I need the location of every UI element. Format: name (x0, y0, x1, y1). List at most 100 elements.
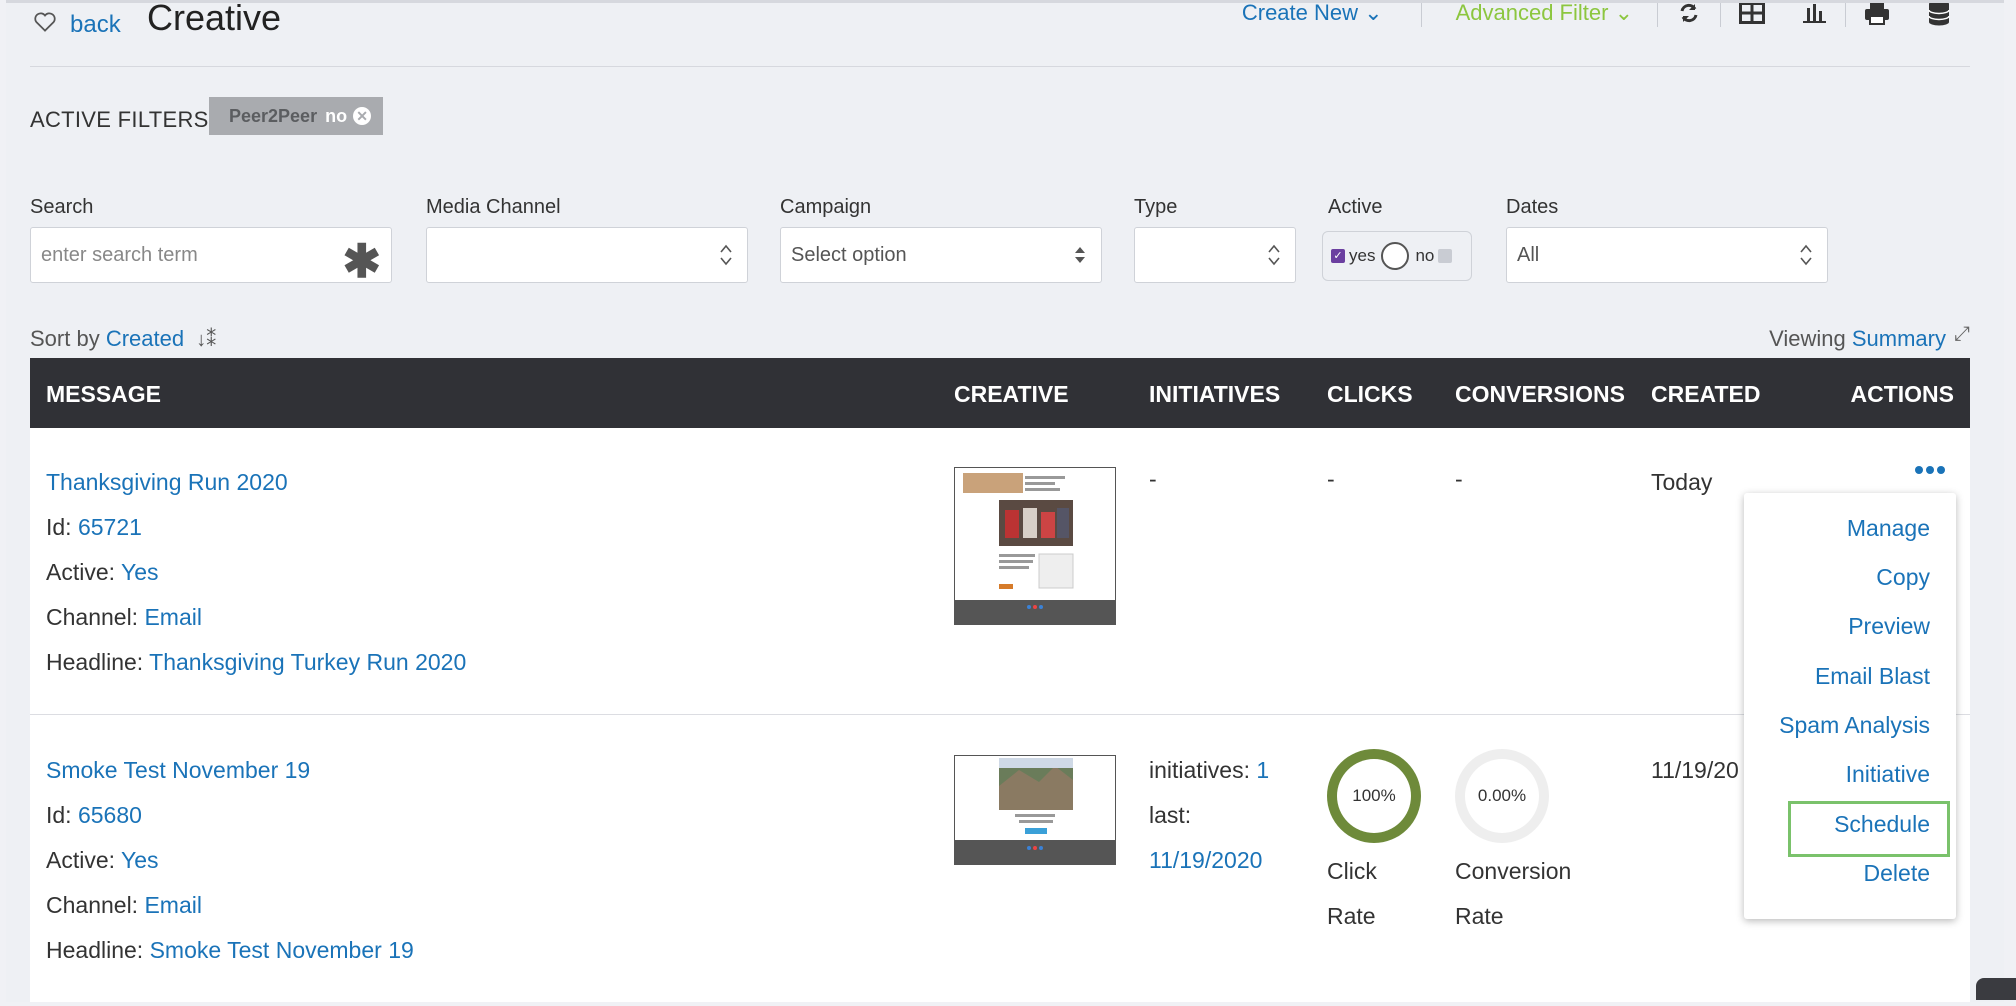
id-link[interactable]: 65721 (78, 514, 142, 540)
grid-view-icon[interactable] (1735, 3, 1769, 26)
media-channel-label: Media Channel (426, 196, 561, 218)
viewing-mode-link[interactable]: Summary (1852, 326, 1946, 352)
back-link[interactable]: back (70, 11, 121, 39)
creative-table: MESSAGE CREATIVE INITIATIVES CLICKS CONV… (30, 358, 1970, 1002)
creative-thumbnail[interactable] (954, 467, 1116, 625)
channel-link[interactable]: Email (144, 892, 202, 918)
more-actions-icon[interactable] (1915, 466, 1945, 474)
menu-item-initiative[interactable]: Initiative (1846, 761, 1930, 788)
active-toggle[interactable]: ✓ yes no (1322, 231, 1472, 281)
bar-chart-icon[interactable] (1797, 3, 1831, 26)
col-created[interactable]: CREATED (1651, 381, 1760, 408)
clicks-value: - (1327, 466, 1335, 492)
dates-label: Dates (1506, 196, 1559, 218)
sort-arrows-icon (1075, 247, 1085, 263)
updown-chevron-icon (1268, 244, 1280, 266)
expand-icon[interactable]: ⤢ (1954, 323, 1970, 346)
dates-select[interactable]: All (1506, 227, 1828, 283)
col-conversions[interactable]: CONVERSIONS (1455, 381, 1625, 408)
table-row: Thanksgiving Run 2020 Id: 65721 Active: … (30, 428, 1970, 715)
initiatives-count-link[interactable]: 1 (1256, 757, 1269, 783)
active-no-label: no (1415, 246, 1435, 265)
dates-value: All (1517, 244, 1540, 266)
chevron-down-icon: ⌄ (1364, 0, 1383, 25)
id-label: Id: (46, 514, 72, 540)
message-cell: Smoke Test November 19 Id: 65680 Active:… (46, 748, 414, 973)
chevron-down-icon: ⌄ (1614, 0, 1633, 25)
headline-link[interactable]: Smoke Test November 19 (150, 937, 414, 963)
checkbox-checked-icon: ✓ (1331, 249, 1345, 263)
active-yes-label: yes (1349, 246, 1376, 265)
col-clicks[interactable]: CLICKS (1327, 381, 1413, 408)
sort-field-link[interactable]: Created (106, 326, 184, 351)
advanced-filter-button[interactable]: Advanced Filter ⌄ (1456, 0, 1633, 26)
filter-chip-value: no (325, 105, 348, 126)
search-placeholder: enter search term (41, 244, 198, 266)
filter-chip-peer2peer[interactable]: Peer2Peer no ✕ (209, 97, 384, 135)
conversion-rate-donut: 0.00% (1455, 749, 1549, 843)
col-message[interactable]: MESSAGE (46, 381, 161, 408)
conversion-rate-label: Conversion Rate (1455, 858, 1572, 929)
headline-label: Headline: (46, 649, 144, 675)
asterisk-icon[interactable]: ✱ (342, 234, 381, 288)
back-nav[interactable]: back (32, 5, 121, 39)
channel-link[interactable]: Email (144, 604, 202, 630)
channel-label: Channel: (46, 892, 139, 918)
menu-item-schedule[interactable]: Schedule (1834, 811, 1930, 838)
col-initiatives[interactable]: INITIATIVES (1149, 381, 1280, 408)
viewing-prefix: Viewing (1769, 326, 1846, 351)
print-icon[interactable] (1860, 3, 1894, 26)
campaign-select[interactable]: Select option (780, 227, 1102, 283)
col-actions[interactable]: ACTIONS (1851, 381, 1955, 408)
menu-item-spam-analysis[interactable]: Spam Analysis (1779, 712, 1930, 739)
search-label: Search (30, 196, 94, 218)
media-channel-select[interactable] (426, 227, 748, 283)
divider (1420, 3, 1422, 27)
database-icon[interactable] (1922, 3, 1956, 26)
create-new-button[interactable]: Create New ⌄ (1242, 0, 1383, 26)
conversion-rate-value: 0.00% (1477, 786, 1527, 805)
headline-link[interactable]: Thanksgiving Turkey Run 2020 (149, 649, 466, 675)
initiatives-label: initiatives: (1149, 757, 1250, 783)
click-rate-value: 100% (1352, 786, 1396, 805)
page-header: back Creative Create New ⌄ Advanced Filt… (30, 3, 1970, 67)
created-link[interactable]: Today (1651, 460, 1712, 505)
message-title-link[interactable]: Thanksgiving Run 2020 (46, 469, 288, 495)
col-creative[interactable]: CREATIVE (954, 381, 1069, 408)
menu-item-copy[interactable]: Copy (1876, 564, 1930, 591)
menu-item-delete[interactable]: Delete (1864, 860, 1930, 887)
campaign-label: Campaign (780, 196, 872, 218)
active-label: Active: (46, 559, 116, 585)
conversions-value: - (1455, 466, 1463, 492)
creative-thumbnail[interactable] (954, 755, 1116, 865)
id-label: Id: (46, 802, 72, 828)
search-input[interactable]: enter search term ✱ (30, 227, 392, 287)
divider (1657, 3, 1658, 27)
sort-desc-icon[interactable]: ↓⁑ (196, 329, 216, 351)
active-value[interactable]: Yes (121, 559, 159, 585)
menu-item-preview[interactable]: Preview (1848, 613, 1930, 640)
click-rate-label: Click Rate (1327, 858, 1377, 929)
updown-chevron-icon (1800, 244, 1812, 266)
click-rate-donut: 100% (1327, 749, 1421, 843)
remove-filter-icon[interactable]: ✕ (353, 107, 372, 125)
refresh-icon[interactable] (1672, 3, 1706, 26)
channel-label: Channel: (46, 604, 139, 630)
message-title-link[interactable]: Smoke Test November 19 (46, 757, 310, 783)
campaign-value: Select option (791, 244, 907, 266)
id-link[interactable]: 65680 (78, 802, 142, 828)
last-date-link[interactable]: 11/19/2020 (1149, 847, 1262, 873)
menu-item-manage[interactable]: Manage (1847, 515, 1930, 542)
toggle-knob[interactable] (1381, 242, 1410, 270)
page-title: Creative (147, 0, 282, 38)
initiatives-cell: initiatives: 1 last: 11/19/2020 (1149, 748, 1269, 883)
menu-item-email-blast[interactable]: Email Blast (1815, 663, 1930, 690)
last-label: last: (1149, 802, 1192, 828)
heart-icon[interactable] (32, 9, 58, 35)
checkbox-unchecked-icon (1438, 249, 1453, 263)
created-link[interactable]: 11/19/20 (1651, 748, 1739, 793)
divider (1845, 3, 1846, 27)
chat-tab[interactable] (1976, 978, 2016, 1000)
type-select[interactable] (1134, 227, 1296, 283)
active-value[interactable]: Yes (121, 847, 159, 873)
